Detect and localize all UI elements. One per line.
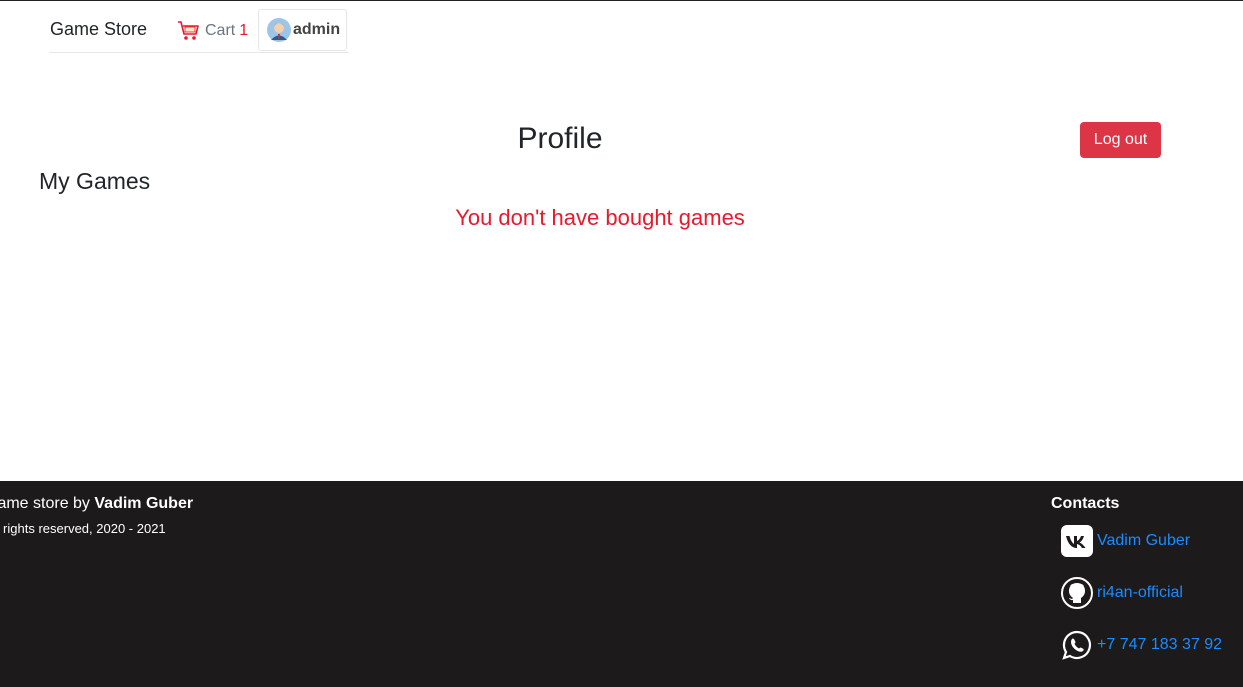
user-name: admin [293, 21, 341, 38]
vk-icon [1061, 525, 1093, 557]
contacts-title: Contacts [1051, 495, 1120, 512]
cart-label: Cart [205, 22, 236, 39]
contact-github-link[interactable]: ri4an-official [1061, 577, 1183, 609]
credit-prefix: Game store by [0, 495, 90, 512]
logout-button[interactable]: Log out [1080, 122, 1161, 158]
cart-link[interactable]: Cart 1 [177, 18, 248, 44]
credit-author: Vadim Guber [94, 495, 194, 512]
contact-label: +7 747 183 37 92 [1097, 636, 1223, 653]
footer-credit: Game store by Vadim Guber [0, 495, 193, 513]
my-games-heading: My Games [39, 168, 151, 194]
footer: Game store by Vadim Guber All rights res… [0, 481, 1243, 687]
brand-link[interactable]: Game Store [50, 19, 147, 40]
cart-icon [177, 19, 201, 43]
user-menu[interactable]: admin [258, 9, 347, 51]
footer-rights: All rights reserved, 2020 - 2021 [0, 521, 166, 536]
cart-count-badge: 1 [239, 22, 249, 39]
top-border [0, 0, 1243, 1]
github-icon [1061, 577, 1093, 609]
avatar [267, 18, 291, 42]
contact-label: Vadim Guber [1097, 532, 1191, 549]
contact-whatsapp-link[interactable]: +7 747 183 37 92 [1061, 629, 1222, 661]
contact-vk-link[interactable]: Vadim Guber [1061, 525, 1190, 557]
navbar: Game Store Cart 1 admin [49, 9, 349, 53]
contact-label: ri4an-official [1097, 584, 1183, 601]
page-title: Profile [517, 122, 603, 155]
empty-games-message: You don't have bought games [455, 205, 745, 230]
whatsapp-icon [1061, 629, 1093, 661]
